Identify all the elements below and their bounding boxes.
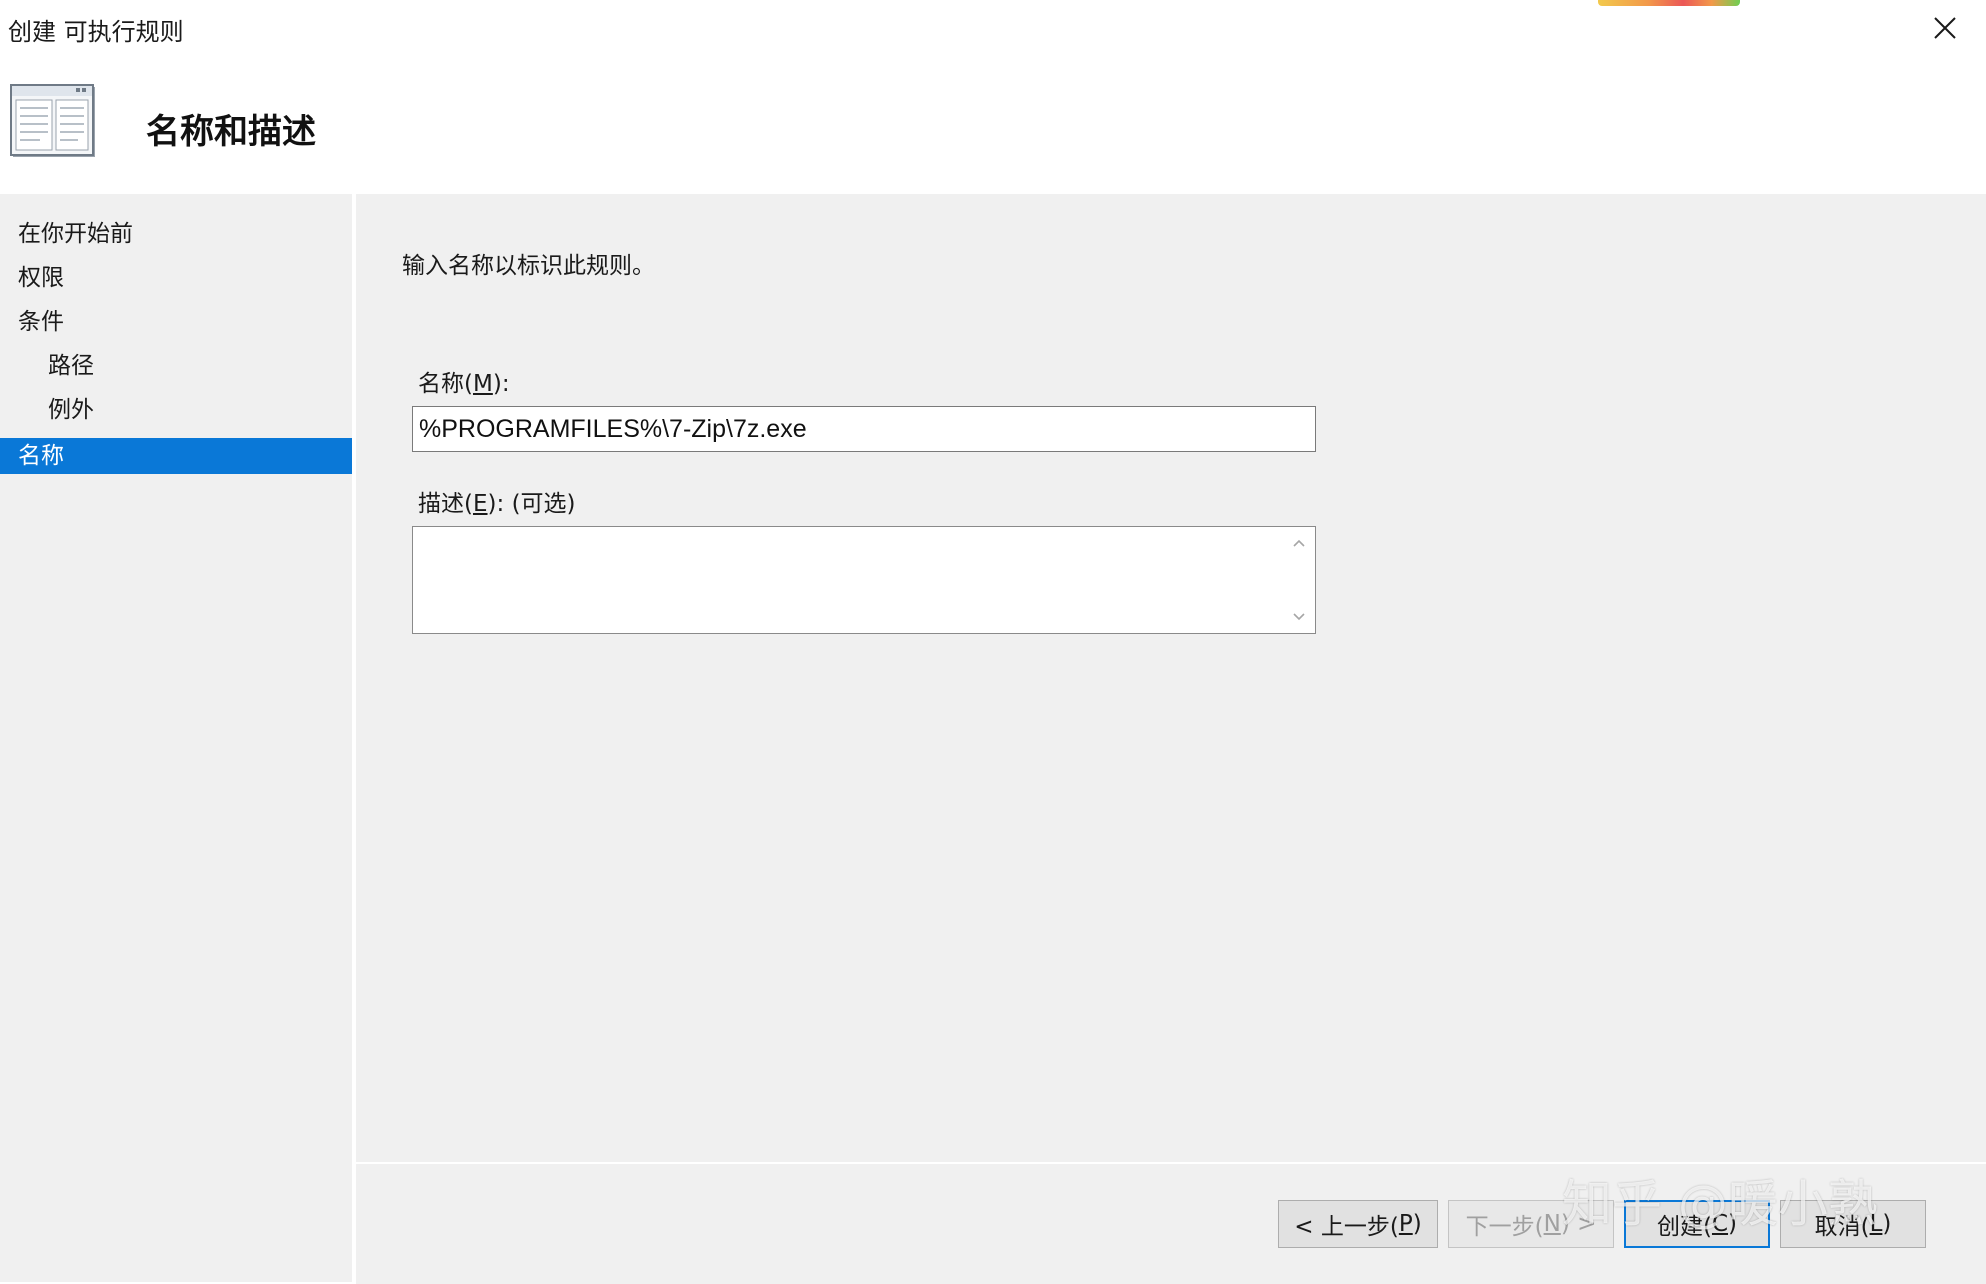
back-button-accesskey: P: [1398, 1211, 1413, 1237]
next-button[interactable]: 下一步(N) >: [1448, 1200, 1614, 1248]
title-bar: 创建 可执行规则: [0, 0, 1986, 58]
window-list-icon: [10, 84, 95, 157]
name-label-prefix: 名称(: [418, 371, 473, 397]
sidebar-item-path[interactable]: 路径: [0, 348, 352, 384]
scroll-up-button[interactable]: [1283, 527, 1315, 559]
back-button-suffix: ): [1412, 1211, 1422, 1237]
chevron-down-icon: [1293, 613, 1305, 621]
sidebar-item-permissions[interactable]: 权限: [0, 260, 352, 296]
description-label-accesskey: E: [472, 491, 488, 517]
cancel-button-suffix: ): [1882, 1211, 1892, 1237]
description-scrollbar[interactable]: [1283, 527, 1315, 633]
scroll-down-button[interactable]: [1283, 601, 1315, 633]
description-label-suffix: ): (可选): [487, 491, 576, 517]
cancel-button-prefix: 取消(: [1814, 1214, 1870, 1240]
description-textarea[interactable]: [413, 527, 1283, 633]
next-button-suffix: ) >: [1560, 1211, 1597, 1237]
instruction-text: 输入名称以标识此规则。: [402, 253, 655, 279]
wizard-header: 名称和描述: [0, 58, 1986, 194]
decorative-strip: [1598, 0, 1740, 6]
next-button-accesskey: N: [1543, 1211, 1561, 1237]
cancel-button[interactable]: 取消(L): [1780, 1200, 1926, 1248]
sidebar-item-conditions[interactable]: 条件: [0, 304, 352, 340]
back-button-prefix: < 上一步(: [1294, 1214, 1399, 1240]
create-button[interactable]: 创建(C): [1624, 1200, 1770, 1248]
window-title: 创建 可执行规则: [8, 18, 184, 46]
page-title: 名称和描述: [146, 112, 316, 152]
sidebar-item-name[interactable]: 名称: [0, 438, 352, 474]
description-box: [412, 526, 1316, 634]
sidebar-item-before-you-begin[interactable]: 在你开始前: [0, 216, 352, 252]
close-button[interactable]: [1920, 8, 1970, 48]
description-label: 描述(E): (可选): [418, 484, 576, 518]
wizard-content: 输入名称以标识此规则。 名称(M): 描述(E): (可选): [356, 194, 1986, 1162]
sidebar-item-exceptions[interactable]: 例外: [0, 392, 352, 428]
next-button-prefix: 下一步(: [1465, 1214, 1544, 1240]
wizard-step-list: 在你开始前 权限 条件 路径 例外 名称: [0, 194, 356, 1282]
name-input[interactable]: [412, 406, 1316, 452]
name-label-accesskey: M: [472, 371, 493, 397]
create-button-suffix: ): [1728, 1211, 1738, 1237]
create-button-prefix: 创建(: [1656, 1214, 1712, 1240]
close-icon: [1934, 17, 1956, 39]
create-button-accesskey: C: [1711, 1211, 1729, 1237]
name-label: 名称(M):: [418, 364, 510, 398]
wizard-footer: < 上一步(P) 下一步(N) > 创建(C) 取消(L): [356, 1162, 1986, 1284]
description-label-prefix: 描述(: [418, 491, 473, 517]
back-button[interactable]: < 上一步(P): [1278, 1200, 1438, 1248]
chevron-up-icon: [1293, 539, 1305, 547]
cancel-button-accesskey: L: [1869, 1211, 1883, 1237]
name-label-suffix: ):: [492, 371, 510, 397]
